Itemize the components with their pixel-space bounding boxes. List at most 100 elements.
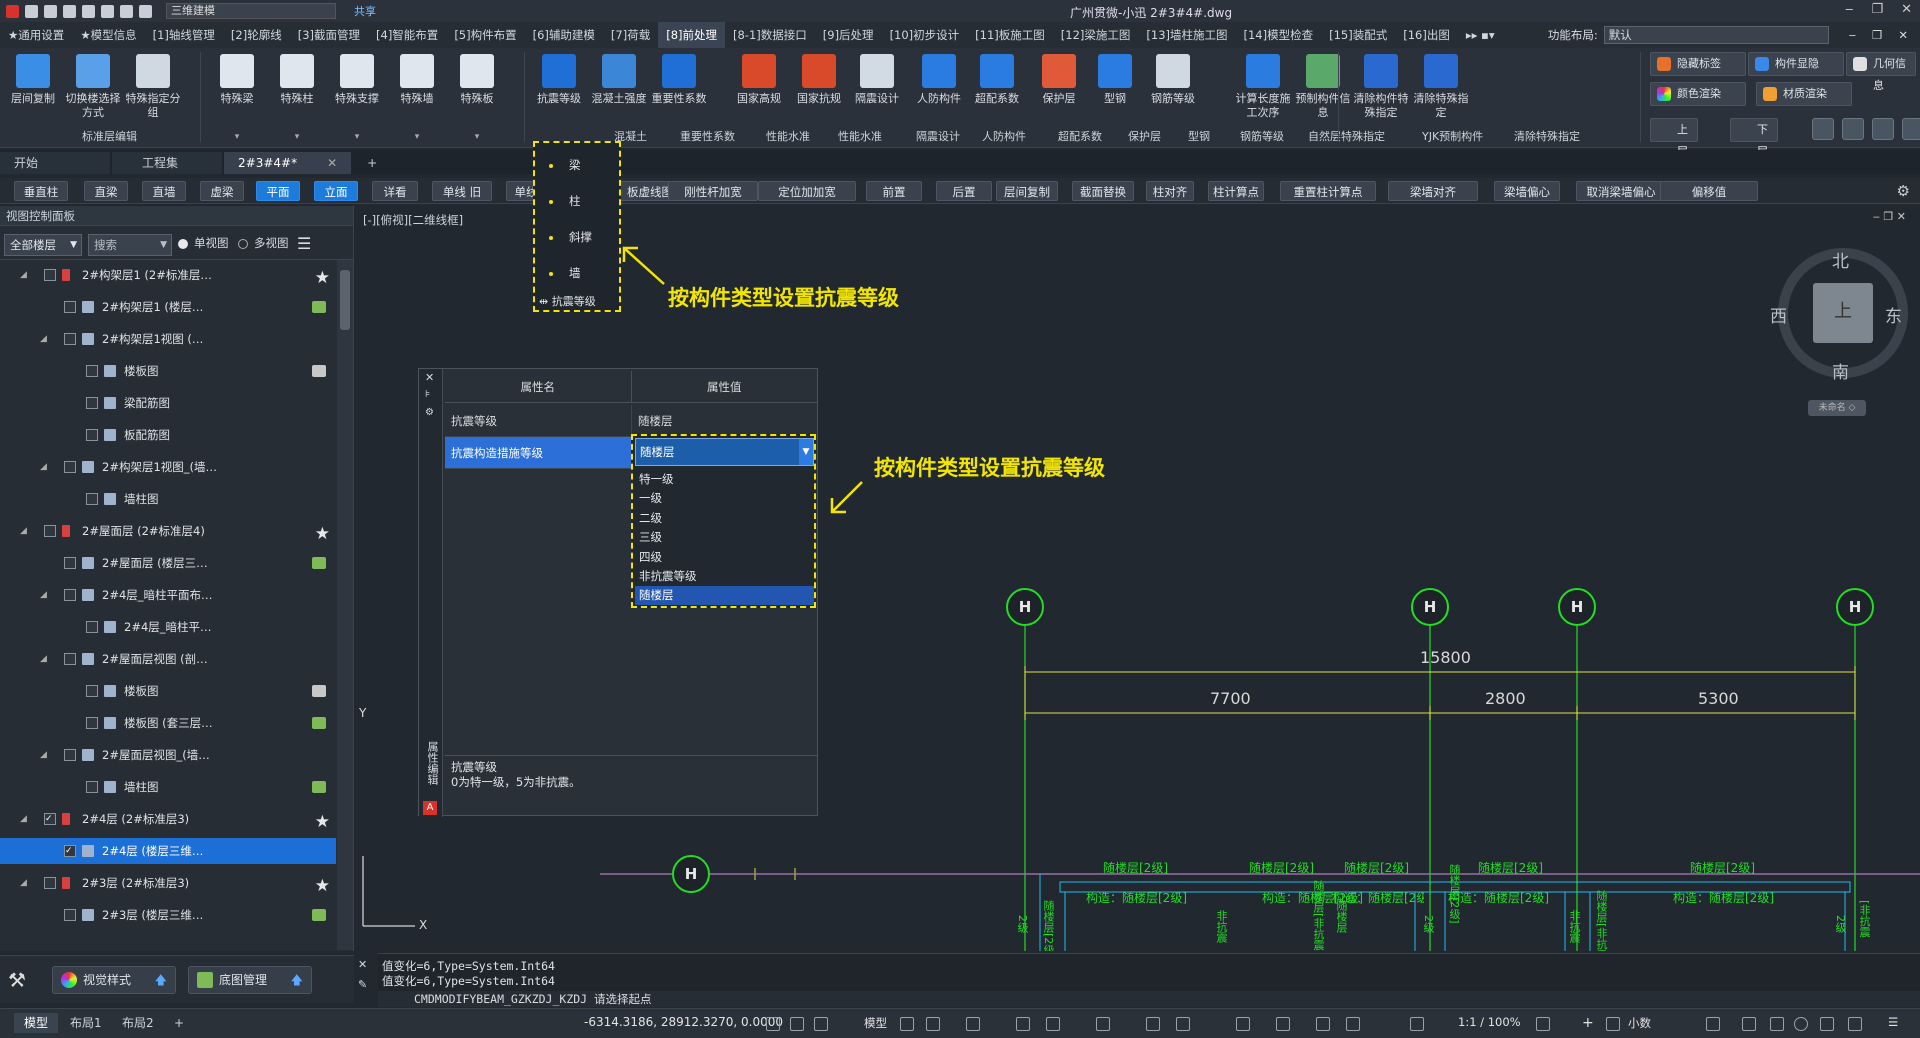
ribbon-group-label[interactable]: 钢筋等级 bbox=[1240, 128, 1284, 144]
tab-layout-2[interactable]: 布局2 bbox=[112, 1013, 164, 1033]
customize-menu-icon[interactable]: ☰ bbox=[1888, 1015, 1898, 1029]
floor-filter-select[interactable]: 全部楼层 ▼ bbox=[4, 234, 82, 256]
tree-checkbox[interactable] bbox=[64, 749, 76, 761]
ribbon-button[interactable]: 抗震等级 bbox=[530, 52, 588, 144]
menu-tab[interactable]: [15]装配式 bbox=[1321, 22, 1395, 48]
command-button[interactable]: 后置 bbox=[936, 181, 992, 201]
tree-item[interactable]: 楼板图 (套三层… bbox=[0, 710, 336, 736]
ribbon-button[interactable]: 特殊板 ▾ bbox=[448, 52, 506, 144]
snap-toggle-icon[interactable] bbox=[766, 1017, 780, 1031]
menu-tab[interactable]: [5]构件布置 bbox=[446, 22, 524, 48]
scale-readout[interactable]: 1:1 / 100% bbox=[1458, 1015, 1521, 1029]
expand-toggle-icon[interactable]: ◢ bbox=[40, 646, 47, 672]
tree-checkbox[interactable] bbox=[44, 269, 56, 281]
minimize-ribbon-icon[interactable]: ‒ bbox=[1849, 28, 1856, 42]
tree-item[interactable]: 墙柱图 bbox=[0, 486, 336, 512]
ribbon-side-button[interactable]: 颜色渲染 bbox=[1650, 82, 1746, 106]
undo-icon[interactable] bbox=[120, 4, 133, 18]
command-button[interactable]: 刚性杆加宽 bbox=[668, 181, 758, 201]
chevron-down-icon[interactable]: ▾ bbox=[388, 132, 446, 142]
chevron-down-icon[interactable]: ▾ bbox=[328, 132, 386, 142]
print-icon[interactable] bbox=[101, 4, 114, 18]
expand-toggle-icon[interactable]: ◢ bbox=[20, 870, 27, 896]
tree-item[interactable]: ◢ ✓ 2#4层 (2#标准层3) ★ bbox=[0, 806, 336, 832]
close-icon[interactable]: ✕ bbox=[425, 371, 434, 384]
visual-style-button[interactable]: 视觉样式 🡅 bbox=[52, 966, 176, 994]
ribbon-button[interactable]: 特殊支撑 ▾ bbox=[328, 52, 386, 144]
ribbon-group-label[interactable]: 型钢 bbox=[1188, 128, 1210, 144]
function-layout-select[interactable]: 默认 bbox=[1603, 26, 1829, 44]
tree-item[interactable]: ✓ 2#4层 (楼层三维… bbox=[0, 838, 336, 864]
layout-icon[interactable] bbox=[1872, 118, 1894, 140]
tree-checkbox[interactable] bbox=[44, 877, 56, 889]
tree-item[interactable]: ◢ 2#构架层1视图_(墙… bbox=[0, 454, 336, 480]
command-button[interactable]: 直墙 bbox=[142, 181, 186, 201]
command-button[interactable]: 梁墙对齐 bbox=[1388, 181, 1478, 201]
add-tab-button[interactable]: + bbox=[353, 152, 391, 174]
ribbon-button[interactable]: 特殊柱 ▾ bbox=[268, 52, 326, 144]
search-input[interactable]: 搜索 ▼ bbox=[88, 234, 172, 256]
dropdown-option[interactable]: 四级 bbox=[635, 548, 814, 567]
star-icon[interactable]: ★ bbox=[315, 873, 330, 899]
property-row[interactable]: 抗震等级 随楼层 bbox=[445, 405, 817, 437]
tab-project-set[interactable]: 工程集 bbox=[112, 152, 222, 174]
tree-checkbox[interactable] bbox=[64, 333, 76, 345]
ribbon-side-button[interactable]: 几何信息 bbox=[1846, 52, 1916, 92]
more-tabs-icon[interactable]: ▸▸ ▪▾ bbox=[1458, 22, 1503, 48]
new-file-icon[interactable] bbox=[25, 4, 38, 18]
view-badge-icon[interactable] bbox=[312, 781, 326, 793]
menu-tab[interactable]: [6]辅助建模 bbox=[525, 22, 603, 48]
ribbon-group-label[interactable]: 保护层 bbox=[1128, 128, 1161, 144]
tree-checkbox[interactable] bbox=[64, 909, 76, 921]
dropdown-option[interactable]: 非抗震等级 bbox=[635, 567, 814, 586]
ribbon-button[interactable]: 特殊梁 ▾ bbox=[208, 52, 266, 144]
command-button[interactable]: 层间复制 bbox=[996, 181, 1058, 201]
ribbon-group-label[interactable]: 性能水准 bbox=[766, 128, 810, 144]
menu-item-wall[interactable]: 墙 bbox=[549, 265, 581, 281]
menu-tab[interactable]: [8]前处理 bbox=[658, 22, 725, 48]
command-button[interactable]: 单线 旧 bbox=[432, 181, 492, 201]
dynamic-ucs-icon[interactable] bbox=[1346, 1017, 1360, 1031]
ribbon-side-button[interactable]: 下层 bbox=[1730, 118, 1778, 158]
clean-screen-icon[interactable] bbox=[1820, 1017, 1834, 1031]
redo-icon[interactable] bbox=[139, 4, 152, 18]
ribbon-group-label[interactable]: 清除特殊指定 bbox=[1514, 128, 1580, 144]
command-button[interactable]: 立面 bbox=[314, 181, 358, 201]
3d-osnap-icon[interactable] bbox=[1316, 1017, 1330, 1031]
ribbon-side-button[interactable]: 上层 bbox=[1650, 118, 1698, 158]
fullscreen-icon[interactable] bbox=[1848, 1017, 1862, 1031]
lineweight-icon[interactable] bbox=[1176, 1017, 1190, 1031]
compass-east[interactable]: 东 bbox=[1885, 302, 1902, 327]
axis-bubble[interactable]: H bbox=[1411, 588, 1449, 626]
close-tab-icon[interactable]: ✕ bbox=[327, 156, 337, 170]
workspace-gear-icon[interactable] bbox=[1536, 1017, 1550, 1031]
tree-item[interactable]: 楼板图 bbox=[0, 678, 336, 704]
menu-tab[interactable]: [8-1]数据接口 bbox=[725, 22, 815, 48]
compass-north[interactable]: 北 bbox=[1832, 247, 1849, 272]
multi-view-radio[interactable] bbox=[238, 239, 248, 249]
zoom-in-icon[interactable] bbox=[1812, 118, 1834, 140]
save-icon[interactable] bbox=[63, 4, 76, 18]
tree-checkbox[interactable] bbox=[86, 685, 98, 697]
expand-toggle-icon[interactable]: ◢ bbox=[40, 326, 47, 352]
menu-item-brace[interactable]: 斜撑 bbox=[549, 229, 592, 245]
command-button[interactable]: 垂直柱 bbox=[14, 181, 68, 201]
dropdown-selected[interactable]: 随楼层 ▼ bbox=[635, 438, 814, 466]
close-drawing-icon[interactable]: ✕ bbox=[1898, 28, 1908, 42]
ribbon-side-button[interactable]: 构件显隐 bbox=[1748, 52, 1844, 76]
tree-item[interactable]: ◢ 2#构架层1视图 (… bbox=[0, 326, 336, 352]
tree-item[interactable]: ◢ 2#屋面层视图 (剖… bbox=[0, 646, 336, 672]
tab-drawing[interactable]: 2#3#4#* ✕ bbox=[224, 152, 352, 174]
menu-tab[interactable]: [4]智能布置 bbox=[368, 22, 446, 48]
tree-checkbox[interactable] bbox=[86, 365, 98, 377]
annotation-icon[interactable] bbox=[1410, 1017, 1424, 1031]
view-badge-icon[interactable] bbox=[312, 909, 326, 921]
menu-icon[interactable]: ☰ bbox=[297, 234, 311, 253]
command-button[interactable]: 平面 bbox=[256, 181, 300, 201]
command-button[interactable]: 取消梁墙偏心 bbox=[1576, 181, 1666, 201]
units-select[interactable]: 小数 bbox=[1628, 1015, 1651, 1031]
axis-bubble[interactable]: H bbox=[1006, 588, 1044, 626]
tab-layout-1[interactable]: 布局1 bbox=[60, 1013, 112, 1033]
command-button[interactable]: 柱计算点 bbox=[1208, 181, 1264, 201]
tree-item[interactable]: 楼板图 bbox=[0, 358, 336, 384]
